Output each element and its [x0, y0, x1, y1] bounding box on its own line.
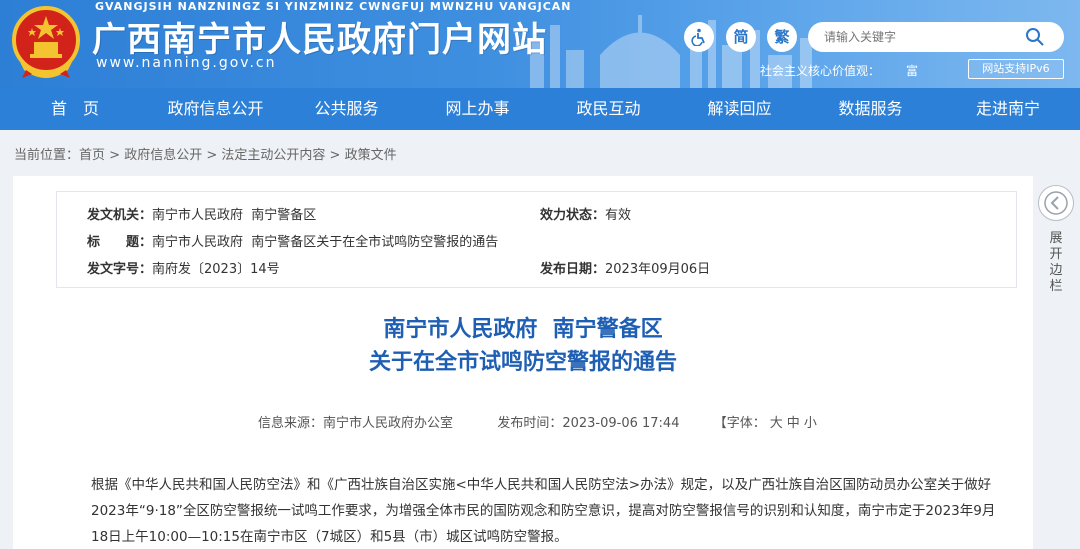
nav-item-interpretation[interactable]: 解读回应 — [674, 88, 805, 130]
issuer-row: 发文机关：南宁市人民政府 南宁警备区 — [87, 204, 316, 223]
source-label: 信息来源： — [258, 416, 324, 431]
date-label: 发布日期： — [540, 262, 606, 277]
issuer-value: 南宁市人民政府 南宁警备区 — [152, 208, 317, 223]
font-small-button[interactable]: 小 — [804, 416, 817, 431]
main-nav: 首 页 政府信息公开 公共服务 网上办事 政民互动 解读回应 数据服务 走进南宁 — [0, 88, 1080, 130]
breadcrumb-item-policy[interactable]: 政策文件 — [345, 148, 397, 163]
wheelchair-icon — [691, 28, 705, 47]
article-panel: 发文机关：南宁市人民政府 南宁警备区 效力状态：有效 标 题：南宁市人民政府 南… — [13, 176, 1033, 549]
issuer-label: 发文机关： — [87, 208, 153, 223]
nav-item-about-nanning[interactable]: 走进南宁 — [936, 88, 1080, 130]
sidebar-toggle-button[interactable] — [1038, 185, 1074, 221]
breadcrumb: 当前位置：首页 > 政府信息公开 > 法定主动公开内容 > 政策文件 — [14, 144, 397, 163]
national-emblem-logo — [12, 6, 80, 78]
time-value: 2023-09-06 17:44 — [562, 416, 680, 431]
document-title-line2: 关于在全市试鸣防空警报的通告 — [368, 350, 677, 375]
title-label: 标 题： — [87, 235, 153, 250]
ipv6-badge[interactable]: 网站支持IPv6 — [968, 59, 1064, 79]
nav-item-interaction[interactable]: 政民互动 — [543, 88, 674, 130]
nav-item-home[interactable]: 首 页 — [0, 88, 150, 130]
nav-item-public-service[interactable]: 公共服务 — [281, 88, 412, 130]
document-meta: 信息来源：南宁市人民政府办公室 发布时间：2023-09-06 17:44 【字… — [258, 412, 817, 431]
site-header: GVANGJSIH NANZNINGZ SI YINZMINZ CWNGFUJ … — [0, 0, 1080, 88]
breadcrumb-item-home[interactable]: 首页 — [79, 148, 105, 163]
site-title[interactable]: 广西南宁市人民政府门户网站 — [92, 12, 547, 61]
chevron-left-icon — [1044, 191, 1068, 215]
nav-item-gov-info[interactable]: 政府信息公开 — [150, 88, 281, 130]
breadcrumb-separator: > — [202, 148, 222, 163]
status-label: 效力状态： — [540, 208, 606, 223]
font-medium-button[interactable]: 中 — [787, 416, 800, 431]
accessibility-button[interactable] — [684, 22, 714, 52]
document-body: 根据《中华人民共和国人民防空法》和《广西壮族自治区实施<中华人民共和国人民防空法… — [91, 477, 996, 545]
core-values-label: 社会主义核心价值观： — [760, 64, 881, 78]
document-info-box: 发文机关：南宁市人民政府 南宁警备区 效力状态：有效 标 题：南宁市人民政府 南… — [56, 191, 1017, 288]
search-icon[interactable] — [1025, 27, 1045, 47]
sidebar-toggle-label[interactable]: 展开边栏 — [1048, 231, 1064, 295]
site-url: www.nanning.gov.cn — [96, 55, 277, 71]
document-title-line1: 南宁市人民政府 南宁警备区 — [383, 317, 663, 342]
traditional-chinese-button[interactable]: 繁 — [767, 22, 797, 52]
status-value: 有效 — [605, 208, 632, 223]
date-row: 发布日期：2023年09月06日 — [540, 258, 710, 277]
breadcrumb-separator: > — [325, 148, 345, 163]
docno-value: 南府发〔2023〕14号 — [152, 262, 280, 277]
title-row: 标 题：南宁市人民政府 南宁警备区关于在全市试鸣防空警报的通告 — [87, 231, 498, 250]
docno-label: 发文字号： — [87, 262, 153, 277]
source-value: 南宁市人民政府办公室 — [323, 416, 454, 431]
breadcrumb-separator: > — [105, 148, 125, 163]
docno-row: 发文字号：南府发〔2023〕14号 — [87, 258, 280, 277]
status-row: 效力状态：有效 — [540, 204, 631, 223]
font-size-label: 【字体： — [713, 416, 766, 431]
breadcrumb-item-gov-info[interactable]: 政府信息公开 — [124, 148, 202, 163]
font-large-button[interactable]: 大 — [770, 416, 783, 431]
core-values-word: 富 — [906, 64, 919, 78]
nav-item-online-service[interactable]: 网上办事 — [412, 88, 543, 130]
simplified-chinese-button[interactable]: 简 — [726, 22, 756, 52]
breadcrumb-prefix: 当前位置： — [14, 148, 80, 163]
title-value: 南宁市人民政府 南宁警备区关于在全市试鸣防空警报的通告 — [152, 235, 499, 250]
nav-item-data-service[interactable]: 数据服务 — [805, 88, 936, 130]
time-label: 发布时间： — [497, 416, 563, 431]
date-value: 2023年09月06日 — [605, 262, 711, 277]
breadcrumb-item-statutory[interactable]: 法定主动公开内容 — [221, 148, 325, 163]
